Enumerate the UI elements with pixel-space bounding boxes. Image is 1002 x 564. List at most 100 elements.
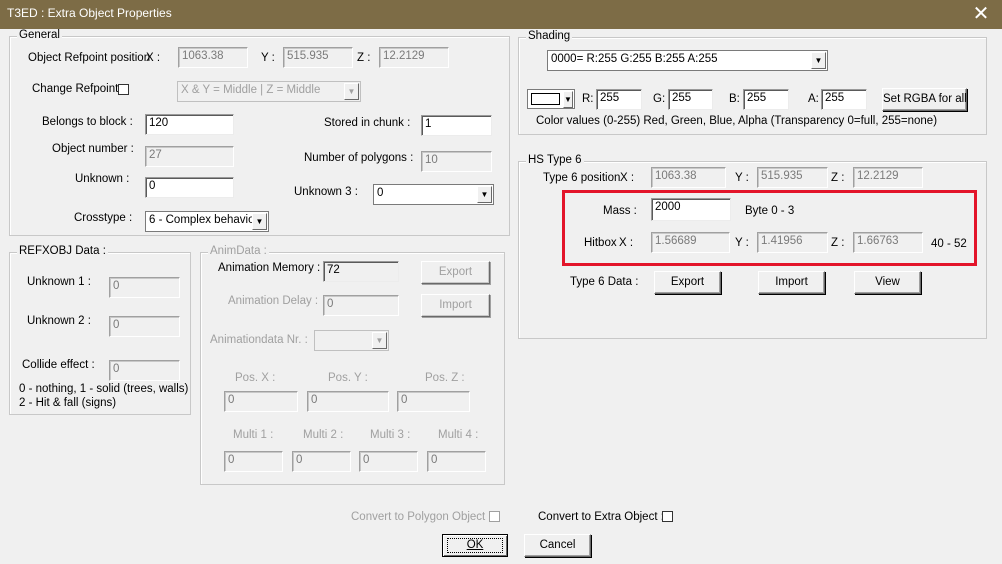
collide-field: 0	[109, 360, 180, 381]
crosstype-select[interactable]: 6 - Complex behavior ▼	[145, 211, 269, 232]
chevron-down-icon: ▼	[344, 83, 359, 100]
shading-selected-value: 0000= R:255 G:255 B:255 A:255	[551, 53, 718, 65]
objnum-label: Object number :	[52, 143, 134, 155]
unknown1-label: Unknown 1 :	[27, 276, 91, 288]
posy-field: 0	[307, 391, 389, 412]
multi3-field: 0	[359, 451, 418, 472]
type6-z-field: 12.2129	[853, 167, 923, 188]
b-label: B:	[729, 93, 740, 105]
change-refpoint-checkbox[interactable]	[118, 84, 129, 95]
refpoint-y-label: Y :	[261, 52, 275, 64]
numpoly-field: 10	[421, 151, 492, 172]
a-label: A:	[808, 93, 819, 105]
crosstype-label: Crosstype :	[74, 212, 133, 224]
change-refpoint-label: Change Refpoint	[32, 83, 119, 95]
unknown2-label: Unknown 2 :	[27, 315, 91, 327]
refpoint-x-field: 1063.38	[178, 47, 248, 68]
refpoint-y-field: 515.935	[283, 47, 353, 68]
close-icon[interactable]: ✕	[960, 0, 1002, 29]
belongs-field[interactable]: 120	[145, 114, 234, 135]
g-label: G:	[653, 93, 666, 105]
type6-y-field: 515.935	[757, 167, 828, 188]
posz-field: 0	[397, 391, 470, 412]
convert-poly-checkbox	[489, 511, 500, 522]
g-field[interactable]: 255	[668, 89, 713, 110]
convert-extra-checkbox[interactable]	[662, 511, 673, 522]
set-rgba-all-button[interactable]: Set RGBA for all	[882, 88, 967, 111]
refpoint-x-label: X :	[146, 52, 161, 64]
anim-delay-field: 0	[323, 295, 399, 316]
anim-delay-label: Animation Delay :	[228, 295, 319, 307]
anim-nr-label: Animationdata Nr. :	[210, 334, 308, 346]
unknown3-value: 0	[377, 187, 384, 199]
type6-view-button[interactable]: View	[854, 271, 921, 294]
window-title: T3ED : Extra Object Properties	[7, 6, 172, 20]
multi4-field: 0	[427, 451, 486, 472]
unknown3-select[interactable]: 0 ▼	[373, 184, 494, 205]
refpoint-mode-select: X & Y = Middle | Z = Middle ▼	[177, 81, 361, 102]
type6-position-label: Type 6 position	[543, 172, 621, 184]
collide-note-1: 0 - nothing, 1 - solid (trees, walls)	[19, 383, 189, 395]
anim-memory-field[interactable]: 72	[323, 261, 399, 282]
b-field[interactable]: 255	[743, 89, 789, 110]
chevron-down-icon: ▼	[477, 186, 492, 203]
crosstype-value: 6 - Complex behavior	[149, 214, 259, 226]
chevron-down-icon: ▼	[372, 332, 387, 349]
refpoint-mode-value: X & Y = Middle | Z = Middle	[181, 84, 321, 96]
type6-x-label: X :	[620, 172, 635, 184]
stored-label: Stored in chunk :	[324, 117, 411, 129]
multi3-label: Multi 3 :	[370, 429, 411, 441]
type6-z-label: Z :	[831, 172, 845, 184]
r-label: R:	[582, 93, 594, 105]
ok-button[interactable]: OK	[442, 534, 508, 557]
unknown3-label: Unknown 3 :	[294, 186, 358, 198]
multi1-field: 0	[224, 451, 283, 472]
anim-memory-label: Animation Memory :	[218, 262, 321, 274]
cancel-button[interactable]: Cancel	[524, 534, 591, 557]
collide-label: Collide effect :	[22, 359, 95, 371]
multi2-field: 0	[292, 451, 351, 472]
unknown1-field: 0	[109, 277, 180, 298]
unknown-field[interactable]: 0	[145, 177, 234, 198]
color-picker[interactable]: ▼	[527, 89, 575, 109]
r-field[interactable]: 255	[596, 89, 642, 110]
convert-extra-label: Convert to Extra Object :	[538, 511, 664, 523]
numpoly-label: Number of polygons :	[304, 152, 414, 164]
anim-import-button: Import	[421, 294, 490, 317]
general-group-label: General	[17, 29, 62, 41]
chevron-down-icon: ▼	[811, 52, 826, 69]
type6-y-label: Y :	[735, 172, 749, 184]
type6-x-field: 1063.38	[651, 167, 726, 188]
ok-focus-rect	[447, 538, 503, 553]
posx-label: Pos. X :	[235, 372, 276, 384]
type6-export-button[interactable]: Export	[654, 271, 721, 294]
animdata-group-label: AnimData :	[208, 245, 269, 257]
color-swatch	[531, 93, 560, 105]
refpoint-z-label: Z :	[357, 52, 371, 64]
anim-export-button: Export	[421, 261, 490, 284]
refxobj-group-label: REFXOBJ Data :	[17, 245, 108, 257]
highlight-box	[562, 190, 977, 266]
type6-import-button[interactable]: Import	[758, 271, 825, 294]
a-field[interactable]: 255	[821, 89, 867, 110]
chevron-down-icon: ▼	[252, 213, 267, 230]
chevron-down-icon: ▼	[563, 91, 573, 108]
refpoint-z-field: 12.2129	[379, 47, 449, 68]
refpoint-label: Object Refpoint position	[28, 52, 151, 64]
convert-poly-label: Convert to Polygon Object :	[351, 511, 492, 523]
unknown-label: Unknown :	[75, 173, 130, 185]
stored-field[interactable]: 1	[421, 115, 492, 136]
collide-note-2: 2 - Hit & fall (signs)	[19, 397, 117, 409]
multi2-label: Multi 2 :	[303, 429, 344, 441]
posy-label: Pos. Y :	[328, 372, 368, 384]
anim-nr-select: ▼	[314, 330, 389, 351]
shading-select[interactable]: 0000= R:255 G:255 B:255 A:255 ▼	[547, 50, 828, 71]
shading-hint: Color values (0-255) Red, Green, Blue, A…	[536, 115, 938, 127]
type6-data-label: Type 6 Data :	[570, 276, 639, 288]
posx-field: 0	[224, 391, 298, 412]
objnum-field: 27	[145, 146, 234, 167]
unknown2-field: 0	[109, 316, 180, 337]
multi1-label: Multi 1 :	[233, 429, 274, 441]
belongs-label: Belongs to block :	[42, 116, 133, 128]
hs-type6-group-label: HS Type 6	[526, 154, 584, 166]
